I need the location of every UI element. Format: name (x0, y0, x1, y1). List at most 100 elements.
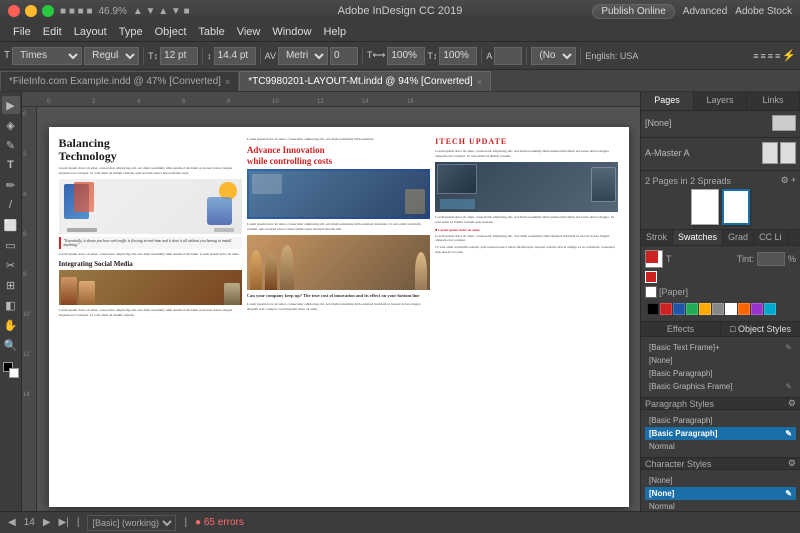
free-transform-tool[interactable]: ⊞ (2, 276, 20, 294)
scissors-tool[interactable]: ✂ (2, 256, 20, 274)
gradient-tab[interactable]: Grad (723, 230, 754, 245)
tint-input[interactable] (757, 252, 785, 266)
ruler-horizontal: 0 2 4 6 8 10 12 14 16 (22, 92, 640, 107)
swatch-yellow[interactable] (699, 303, 711, 315)
font-style-select[interactable]: Regular (84, 47, 139, 65)
tab-close-1[interactable]: × (225, 77, 230, 87)
swatch-selected[interactable] (645, 271, 657, 283)
align-left-icon[interactable]: ≡ (753, 51, 758, 61)
tab-file-info[interactable]: *FileInfo.com Example.indd @ 47% [Conver… (0, 71, 239, 91)
para-style-basic[interactable]: [Basic Paragraph] (645, 414, 796, 427)
pencil-tool[interactable]: ✏ (2, 176, 20, 194)
frame-tool[interactable]: ⬜ (2, 216, 20, 234)
tab-close-2[interactable]: × (477, 77, 482, 87)
menu-window[interactable]: Window (267, 22, 316, 41)
swatch-white[interactable] (725, 303, 737, 315)
swatch-row (645, 271, 796, 283)
layers-tab[interactable]: Layers (694, 92, 747, 110)
font-family-select[interactable]: Times (12, 47, 82, 65)
gradient-tool[interactable]: ◧ (2, 296, 20, 314)
publish-online-button[interactable]: Publish Online (592, 4, 674, 19)
rectangle-tool[interactable]: ▭ (2, 236, 20, 254)
layout-mode-select[interactable]: [Basic] (working) (87, 515, 176, 531)
swatch-cyan[interactable] (764, 303, 776, 315)
object-styles-tab[interactable]: □ Object Styles (721, 322, 800, 336)
type-tool[interactable]: T (2, 156, 20, 174)
menu-help[interactable]: Help (318, 22, 351, 41)
pages-tab[interactable]: Pages (641, 92, 694, 110)
character-styles-options[interactable]: ⚙ (788, 458, 796, 469)
pages-info-section: 2 Pages in 2 Spreads ⚙ + (641, 171, 800, 230)
menu-table[interactable]: Table (193, 22, 229, 41)
menu-file[interactable]: File (8, 22, 36, 41)
zoom-tool[interactable]: 🔍 (2, 336, 20, 354)
maximize-button[interactable] (42, 5, 54, 17)
pages-new-icon[interactable]: + (791, 175, 796, 186)
menu-object[interactable]: Object (150, 22, 192, 41)
page-thumbnail-2[interactable] (722, 189, 750, 225)
pen-tool[interactable]: ✎ (2, 136, 20, 154)
char-style-none[interactable]: [None] (645, 474, 796, 487)
traffic-lights[interactable] (8, 5, 54, 17)
line-tool[interactable]: / (2, 196, 20, 214)
menu-layout[interactable]: Layout (69, 22, 112, 41)
close-button[interactable] (8, 5, 20, 17)
tracking-input[interactable] (330, 47, 358, 65)
canvas-scroll[interactable]: BalancingTechnology Lorem ipsum dolor si… (37, 107, 640, 511)
doc-column-2: Lorem ipsum dolor sit amet, consectetur … (247, 137, 430, 318)
kerning-select[interactable]: Metrics (278, 47, 328, 65)
basic-graphics-style[interactable]: [Basic Graphics Frame] ✎ (645, 380, 796, 393)
stroke-tab[interactable]: Strok (641, 230, 673, 245)
vertical-scale-input[interactable] (439, 47, 477, 65)
fill-stroke[interactable] (3, 362, 19, 378)
menu-view[interactable]: View (232, 22, 266, 41)
swatch-blue[interactable] (673, 303, 685, 315)
effects-tab[interactable]: Effects (641, 322, 721, 336)
paper-swatch[interactable] (645, 286, 657, 298)
align-right-icon[interactable]: ≡ (768, 51, 773, 61)
selection-tool[interactable]: ▶ (2, 96, 20, 114)
swatch-gray[interactable] (712, 303, 724, 315)
para-style-basic-selected[interactable]: [Basic Paragraph] ✎ (645, 427, 796, 440)
paragraph-styles-options[interactable]: ⚙ (788, 398, 796, 409)
graphics-frame-icon: ✎ (785, 382, 792, 391)
baseline-input[interactable] (494, 47, 522, 65)
lightning-icon[interactable]: ⚡ (782, 49, 796, 62)
fill-swatch-large[interactable] (645, 250, 663, 268)
errors-indicator[interactable]: ● 65 errors (195, 517, 244, 528)
prev-page-button[interactable]: ◀ (8, 517, 16, 528)
font-size-input[interactable] (160, 47, 198, 65)
leading-input[interactable] (214, 47, 256, 65)
character-toolbar: T Times Regular T↕ ↕ AV Metrics T⟷ T↕ A … (0, 42, 800, 70)
align-center-icon[interactable]: ≡ (761, 51, 766, 61)
basic-text-frame-style[interactable]: [Basic Text Frame]+ ✎ (645, 341, 796, 354)
direct-selection-tool[interactable]: ◈ (2, 116, 20, 134)
swatch-purple[interactable] (751, 303, 763, 315)
horizontal-scale-input[interactable] (387, 47, 425, 65)
minimize-button[interactable] (25, 5, 37, 17)
swatch-orange[interactable] (738, 303, 750, 315)
document-tabs: *FileInfo.com Example.indd @ 47% [Conver… (0, 70, 800, 92)
tab-label-1: *FileInfo.com Example.indd @ 47% [Conver… (9, 76, 221, 87)
cclibraries-tab[interactable]: CC Li (754, 230, 788, 245)
basic-para-object-style[interactable]: [Basic Paragraph] (645, 367, 796, 380)
none-select[interactable]: (None) (531, 47, 576, 65)
menu-type[interactable]: Type (114, 22, 148, 41)
page-thumbnail-1[interactable] (691, 189, 719, 225)
swatches-tab[interactable]: Swatches (673, 230, 723, 245)
page-nav-end[interactable]: ▶| (59, 517, 69, 528)
swatch-black[interactable] (647, 303, 659, 315)
justify-icon[interactable]: ≡ (775, 51, 780, 61)
swatch-red[interactable] (660, 303, 672, 315)
next-page-button[interactable]: ▶ (43, 517, 51, 528)
hand-tool[interactable]: ✋ (2, 316, 20, 334)
char-style-none-selected[interactable]: [None] ✎ (645, 487, 796, 500)
pages-options-icon[interactable]: ⚙ (781, 175, 789, 186)
tab-tc9980201[interactable]: *TC9980201-LAYOUT-Mt.indd @ 94% [Convert… (239, 71, 491, 91)
char-style-normal[interactable]: Normal (645, 500, 796, 511)
links-tab[interactable]: Links (747, 92, 800, 110)
para-style-normal[interactable]: Normal (645, 440, 796, 453)
swatch-green[interactable] (686, 303, 698, 315)
menu-edit[interactable]: Edit (38, 22, 67, 41)
none-object-style[interactable]: [None] (645, 354, 796, 367)
